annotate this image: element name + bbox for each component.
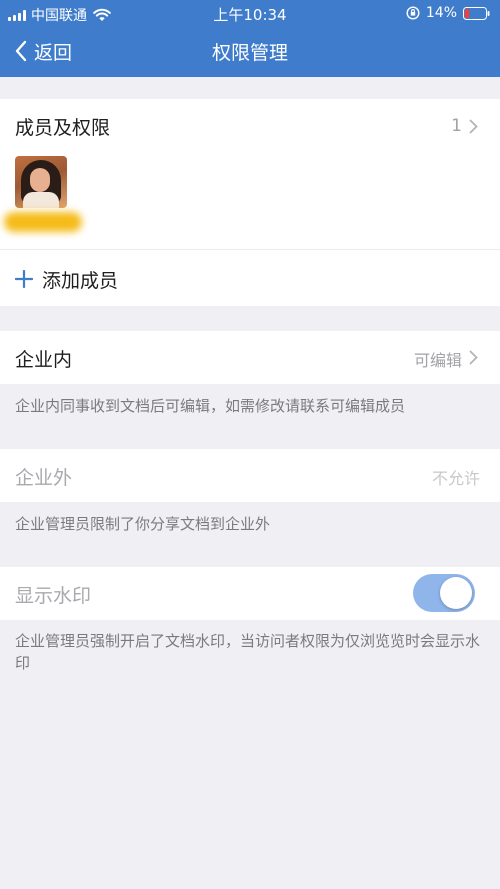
external-row: 企业外 不允许 — [0, 449, 500, 502]
nav-bar: 返回 权限管理 — [0, 26, 500, 77]
member-name-redacted — [4, 212, 82, 232]
watermark-toggle[interactable] — [413, 574, 475, 612]
add-member-button[interactable]: 添加成员 — [15, 265, 118, 293]
battery-icon — [463, 6, 490, 20]
page-title: 权限管理 — [211, 42, 288, 64]
members-header-row[interactable]: 成员及权限 1 — [0, 99, 500, 151]
internal-row[interactable]: 企业内 可编辑 — [0, 331, 500, 384]
watermark-note: 企业管理员强制开启了文档水印，当访问者权限为仅浏览览时会显示水印 — [15, 632, 481, 672]
external-note: 企业管理员限制了你分享文档到企业外 — [15, 515, 271, 533]
battery-percent: 14% — [425, 5, 457, 21]
add-member-label: 添加成员 — [42, 269, 119, 292]
external-value: 不允许 — [431, 469, 480, 488]
internal-value: 可编辑 — [413, 351, 462, 370]
external-label: 企业外 — [15, 467, 73, 489]
chevron-right-icon — [469, 119, 478, 134]
member-count: 1 — [451, 116, 462, 136]
rotation-lock-icon — [406, 6, 420, 20]
status-bar: 中国联通 上午10:34 14% — [0, 0, 500, 26]
watermark-label: 显示水印 — [15, 585, 92, 607]
member-avatar[interactable] — [15, 156, 67, 208]
plus-icon — [15, 270, 33, 288]
internal-note: 企业内同事收到文档后可编辑，如需修改请联系可编辑成员 — [15, 397, 406, 415]
internal-label: 企业内 — [15, 349, 73, 371]
chevron-right-icon — [469, 350, 478, 365]
members-title: 成员及权限 — [15, 117, 111, 139]
divider — [0, 249, 500, 250]
toggle-knob — [440, 577, 472, 609]
header: 中国联通 上午10:34 14% 返回 权限管理 — [0, 0, 500, 77]
